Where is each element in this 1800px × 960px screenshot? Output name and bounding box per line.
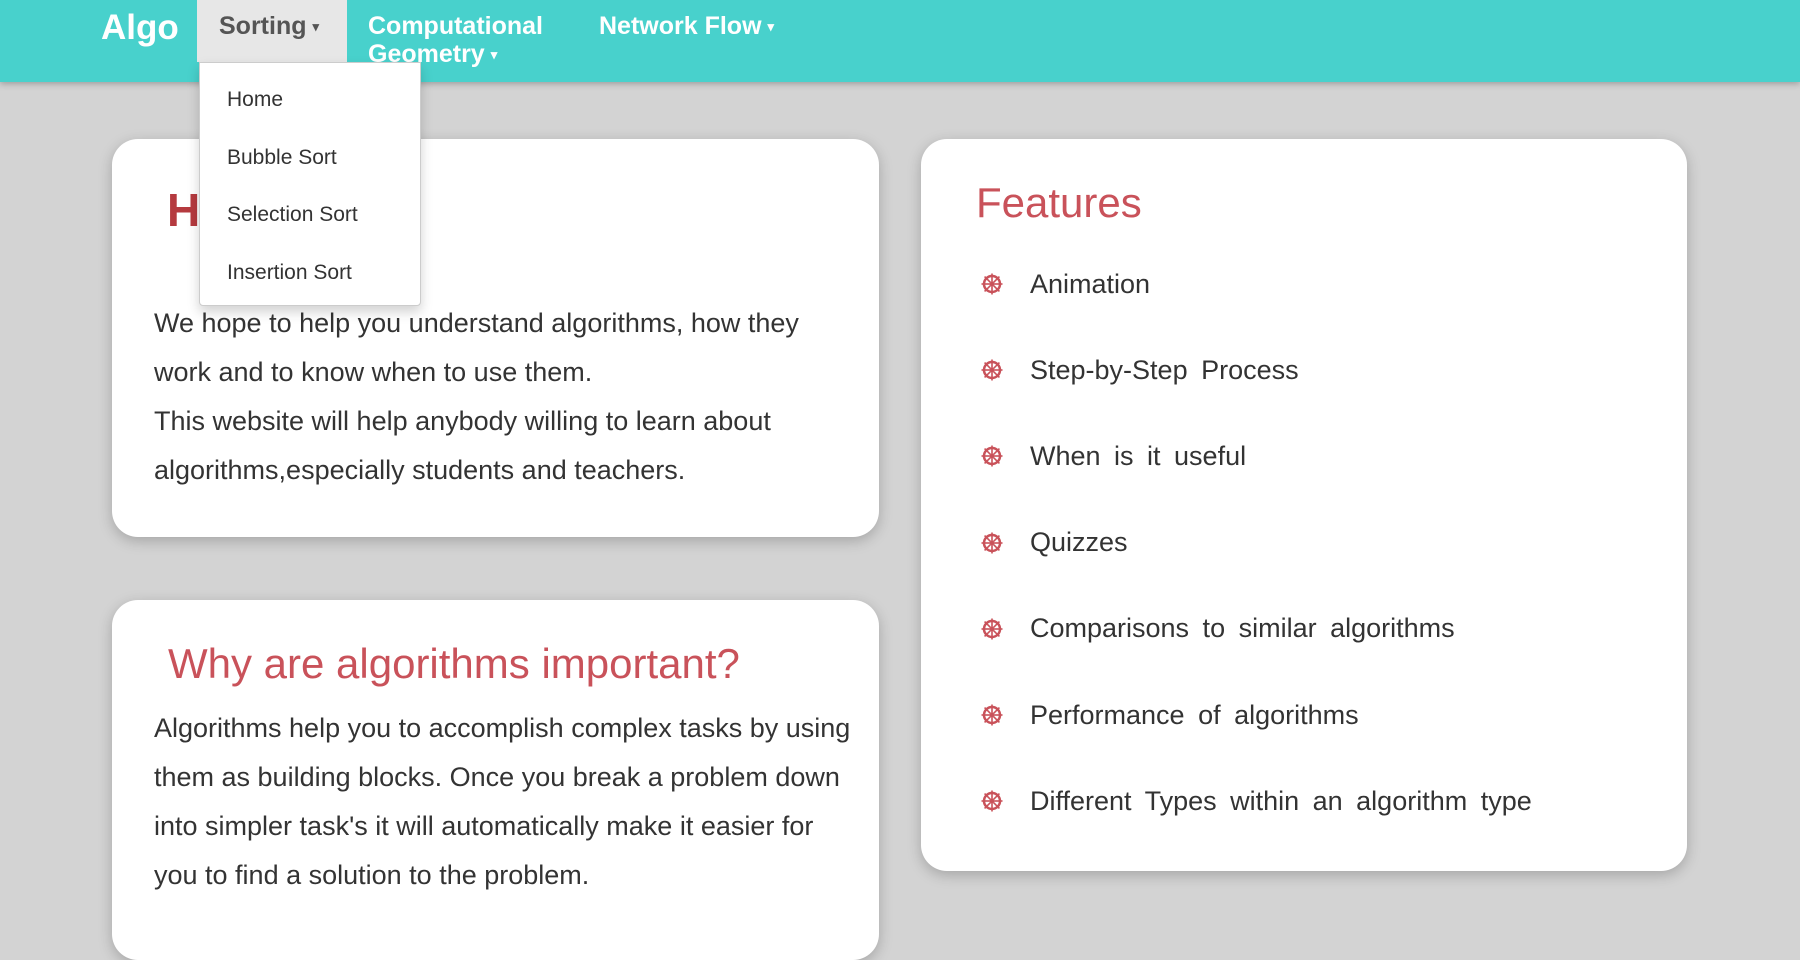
feature-item: Quizzes bbox=[981, 500, 1532, 586]
nav-geometry-label: Computational Geometry bbox=[368, 12, 543, 68]
feature-item: Performance of algorithms bbox=[981, 672, 1532, 758]
feature-item: Animation bbox=[981, 241, 1532, 327]
nav-sorting-label: Sorting bbox=[219, 12, 307, 40]
feature-label: Different Types within an algorithm type bbox=[1030, 785, 1532, 816]
ship-wheel-icon bbox=[981, 271, 1003, 295]
caret-down-icon: ▾ bbox=[312, 19, 320, 35]
why-card-title: Why are algorithms important? bbox=[168, 640, 740, 687]
dropdown-item-home[interactable]: Home bbox=[200, 71, 420, 129]
feature-label: Comparisons to similar algorithms bbox=[1030, 613, 1455, 644]
ship-wheel-icon bbox=[981, 788, 1003, 812]
hello-paragraph-1: We hope to help you understand algorithm… bbox=[154, 308, 799, 387]
feature-label: Animation bbox=[1030, 268, 1151, 299]
feature-item: Different Types within an algorithm type bbox=[981, 758, 1532, 844]
features-card-title: Features bbox=[976, 179, 1142, 226]
caret-down-icon: ▾ bbox=[490, 47, 498, 63]
ship-wheel-icon bbox=[981, 357, 1003, 381]
hello-paragraph-2: This website will help anybody willing t… bbox=[154, 406, 771, 485]
feature-label: When is it useful bbox=[1030, 440, 1247, 471]
features-card: Features Animation Step-by-Step Process … bbox=[921, 139, 1687, 871]
hello-card-title: H bbox=[167, 184, 201, 236]
feature-label: Quizzes bbox=[1030, 527, 1128, 558]
why-card: Why are algorithms important? Algorithms… bbox=[112, 600, 879, 960]
ship-wheel-icon bbox=[981, 702, 1003, 726]
features-list: Animation Step-by-Step Process When is i… bbox=[981, 241, 1532, 844]
ship-wheel-icon bbox=[981, 530, 1003, 554]
ship-wheel-icon bbox=[981, 616, 1003, 640]
ship-wheel-icon bbox=[981, 443, 1003, 467]
feature-label: Step-by-Step Process bbox=[1030, 354, 1299, 385]
dropdown-item-insertion-sort[interactable]: Insertion Sort bbox=[200, 244, 420, 302]
feature-label: Performance of algorithms bbox=[1030, 699, 1359, 730]
dropdown-item-selection-sort[interactable]: Selection Sort bbox=[200, 186, 420, 244]
feature-item: When is it useful bbox=[981, 413, 1532, 499]
nav-network-label: Network Flow bbox=[599, 12, 762, 40]
dropdown-item-bubble-sort[interactable]: Bubble Sort bbox=[200, 129, 420, 187]
feature-item: Step-by-Step Process bbox=[981, 327, 1532, 413]
caret-down-icon: ▾ bbox=[767, 19, 775, 35]
feature-item: Comparisons to similar algorithms bbox=[981, 586, 1532, 672]
why-card-text: Algorithms help you to accomplish comple… bbox=[154, 713, 851, 890]
nav-network-flow[interactable]: Network Flow ▾ bbox=[599, 12, 774, 41]
sorting-dropdown-menu: Home Bubble Sort Selection Sort Insertio… bbox=[199, 62, 421, 306]
hello-card-text: We hope to help you understand algorithm… bbox=[154, 299, 854, 495]
brand-logo[interactable]: Algo bbox=[101, 8, 179, 48]
nav-computational-geometry[interactable]: Computational Geometry ▾ bbox=[368, 12, 568, 69]
nav-sorting[interactable]: Sorting ▾ bbox=[197, 0, 347, 62]
